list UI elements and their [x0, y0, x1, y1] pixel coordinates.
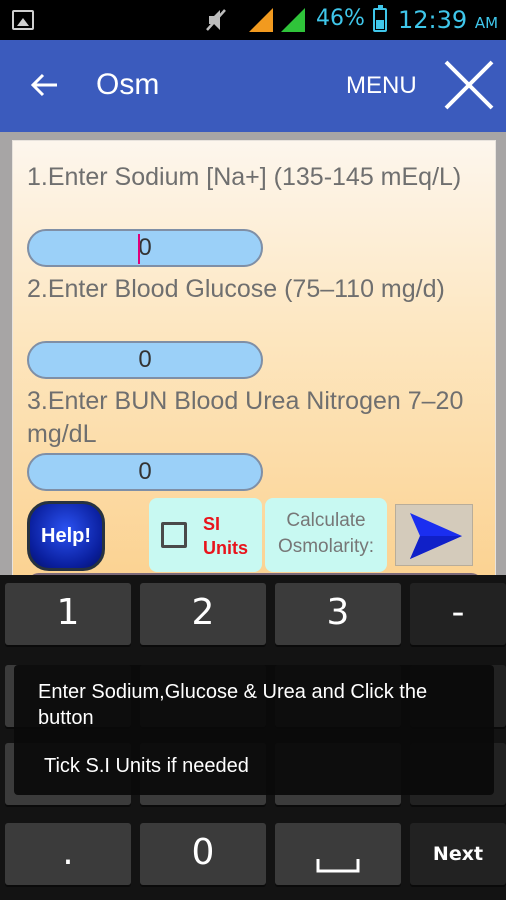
clock-time: 12:39: [398, 6, 468, 34]
content-area: 1.Enter Sodium [Na+] (135-145 mEq/L) 0 2…: [0, 132, 506, 587]
calculator-card: 1.Enter Sodium [Na+] (135-145 mEq/L) 0 2…: [12, 140, 496, 587]
bun-label: 3.Enter BUN Blood Urea Nitrogen 7–20 mg/…: [27, 387, 464, 448]
page-title: Osm: [96, 68, 160, 101]
bun-value: 0: [138, 458, 152, 485]
text-cursor: [138, 234, 140, 264]
clock-ampm: AM: [474, 14, 499, 32]
signal-icon: [249, 8, 273, 32]
space-icon: [316, 859, 360, 873]
key-period[interactable]: .: [5, 823, 131, 885]
bun-input[interactable]: 0: [27, 453, 263, 491]
si-units-toggle[interactable]: SI Units: [149, 498, 262, 572]
mute-icon: [206, 9, 226, 31]
status-bar: 46% 12:39 AM: [0, 0, 506, 40]
glucose-value: 0: [138, 346, 152, 373]
key-1[interactable]: 1: [5, 583, 131, 645]
sodium-input[interactable]: 0: [27, 229, 263, 267]
calculate-button[interactable]: [395, 504, 473, 566]
sodium-label: 1.Enter Sodium [Na+] (135-145 mEq/L): [27, 163, 462, 191]
image-icon: [12, 10, 34, 30]
status-icons: [206, 8, 305, 32]
signal-icon: [281, 8, 305, 32]
si-units-label: SI Units: [203, 514, 248, 558]
back-arrow-icon[interactable]: [30, 70, 60, 100]
toast-line-2: Tick S.I Units if needed: [44, 755, 249, 777]
key-minus[interactable]: -: [410, 583, 506, 645]
close-icon[interactable]: [442, 58, 496, 112]
clock: 12:39 AM: [398, 6, 498, 34]
battery-percent: 46%: [316, 6, 365, 31]
glucose-label: 2.Enter Blood Glucose (75–110 mg/d): [27, 275, 445, 303]
menu-button[interactable]: MENU: [346, 72, 417, 100]
sodium-value: 0: [138, 234, 152, 261]
toast-line-1: Enter Sodium,Glucose & Urea and Click th…: [38, 681, 428, 729]
key-space[interactable]: [275, 823, 401, 885]
key-next[interactable]: Next: [410, 823, 506, 885]
app-bar: Osm MENU: [0, 40, 506, 132]
key-2[interactable]: 2: [140, 583, 266, 645]
toast-message: Enter Sodium,Glucose & Urea and Click th…: [14, 665, 494, 795]
si-units-checkbox[interactable]: [161, 522, 187, 548]
calculate-label: Calculate Osmolarity:: [265, 498, 387, 572]
battery-icon: [373, 5, 387, 32]
key-0[interactable]: 0: [140, 823, 266, 885]
key-3[interactable]: 3: [275, 583, 401, 645]
help-button[interactable]: Help!: [27, 501, 105, 571]
send-icon: [410, 513, 462, 559]
glucose-input[interactable]: 0: [27, 341, 263, 379]
